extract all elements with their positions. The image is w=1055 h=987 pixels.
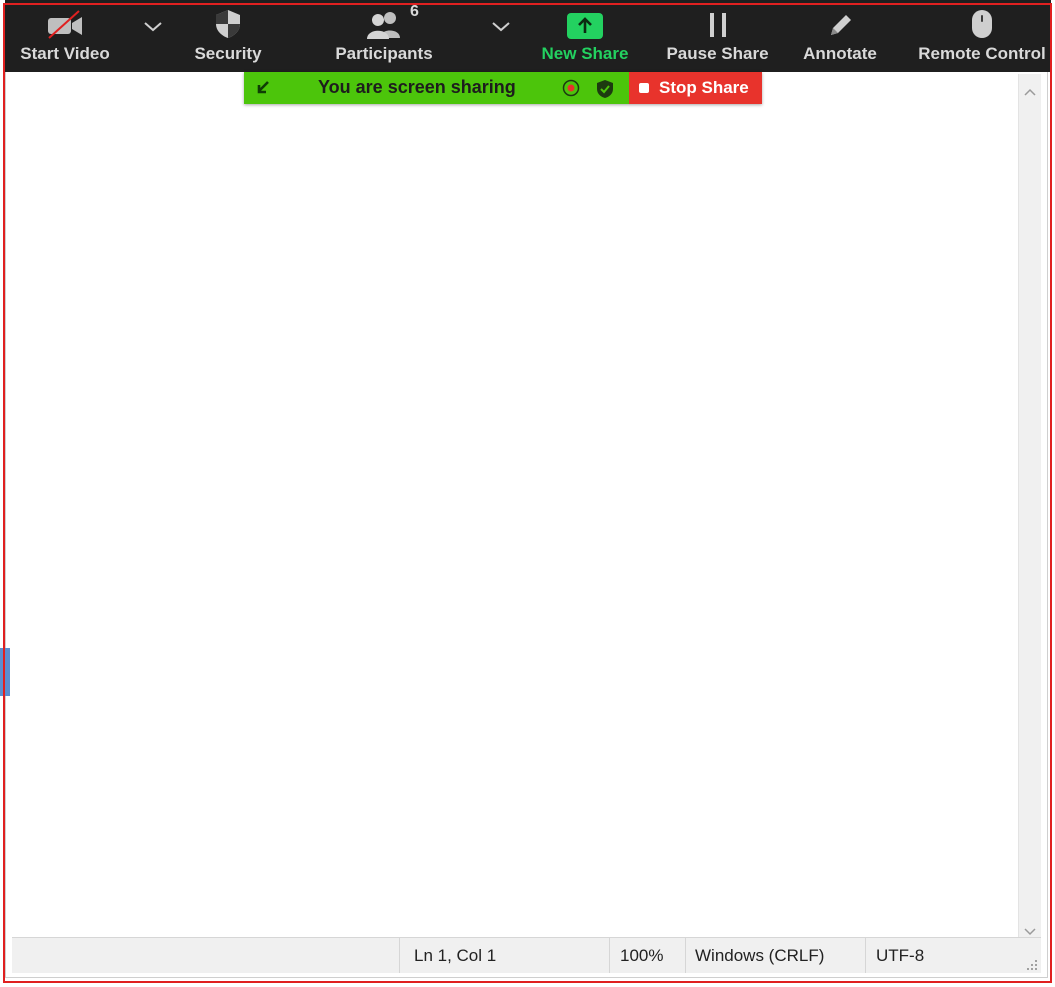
mouse-icon [969,0,995,40]
resize-grip-icon[interactable] [1025,957,1039,971]
annotate-label: Annotate [803,44,877,63]
meeting-toolbar: Start Video Security Participants 6 New … [5,0,1051,72]
start-video-label: Start Video [20,44,110,63]
participants-count-badge: 6 [410,3,419,20]
remote-control-button[interactable]: Remote Control [917,0,1047,72]
shield-icon [213,0,243,40]
pause-share-label: Pause Share [666,44,769,63]
share-options-chevron-down-icon[interactable] [490,18,512,38]
sharing-status-text: You are screen sharing [318,77,516,97]
background-window-edge [0,648,10,696]
participants-icon [364,0,404,40]
share-up-arrow-icon [566,0,604,40]
security-button[interactable]: Security [183,0,273,72]
security-label: Security [194,44,262,63]
encoding-indicator: UTF-8 [865,938,1015,973]
pause-icon [703,0,733,40]
line-ending-indicator: Windows (CRLF) [685,938,865,973]
scroll-up-icon[interactable] [1019,82,1041,102]
collapse-arrow-icon[interactable] [254,79,272,102]
stop-share-label: Stop Share [659,78,749,97]
pause-share-button[interactable]: Pause Share [665,0,770,72]
screen-sharing-banner: You are screen sharing Stop Share [244,72,762,104]
video-off-icon [45,0,85,40]
video-options-chevron-down-icon[interactable] [142,18,164,38]
new-share-label: New Share [541,44,629,63]
participants-button[interactable]: Participants [325,0,443,72]
new-share-button[interactable]: New Share [535,0,635,72]
sharing-status-bar[interactable]: You are screen sharing [244,72,629,104]
vertical-scrollbar[interactable] [1018,74,1041,942]
text-editing-area[interactable] [12,74,1024,942]
shield-check-icon[interactable] [596,79,614,104]
status-bar: Ln 1, Col 1 100% Windows (CRLF) UTF-8 [12,937,1041,973]
zoom-level: 100% [609,938,685,973]
cursor-position: Ln 1, Col 1 [399,938,609,973]
recording-icon[interactable] [562,79,580,102]
stop-share-button[interactable]: Stop Share [629,72,762,104]
stop-icon [639,83,649,93]
participants-label: Participants [335,44,433,63]
annotate-button[interactable]: Annotate [795,0,885,72]
pencil-icon [825,0,855,40]
remote-control-label: Remote Control [918,44,1046,63]
text-editor-window: Ln 1, Col 1 100% Windows (CRLF) UTF-8 [5,5,1048,978]
start-video-button[interactable]: Start Video [15,0,115,72]
